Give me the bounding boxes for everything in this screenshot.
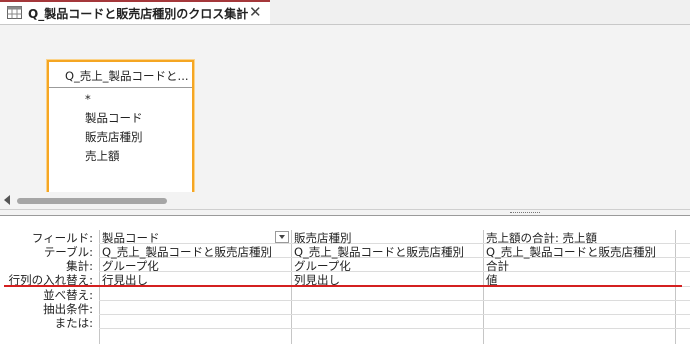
grid-column-divider [291,230,292,344]
field-list-item-product-code[interactable]: 製品コード [85,110,143,126]
query-icon [7,6,22,19]
document-tab-bar: Q_製品コードと販売店種別のクロス集計 ✕ [0,0,690,25]
grid-column-divider [675,230,676,344]
grid-row-line [99,300,690,301]
field-list-title-bar[interactable]: Q_売上_製品コードと... [49,62,192,88]
grid-row-line [99,328,690,329]
grid-column-divider [99,230,100,344]
grid-column-divider [483,230,484,344]
grid-row-line [99,314,690,315]
splitter-grip-icon[interactable] [510,212,540,215]
field-list-title: Q_売上_製品コードと... [65,69,189,83]
pane-splitter[interactable] [0,209,690,216]
table-design-area[interactable]: Q_売上_製品コードと... * 製品コード 販売店種別 売上額 [0,25,690,205]
close-icon[interactable]: ✕ [249,3,262,21]
row-label-or: または: [54,316,93,330]
field-list-item-store-type[interactable]: 販売店種別 [85,129,143,145]
field-list-box[interactable]: Q_売上_製品コードと... * 製品コード 販売店種別 売上額 [47,60,194,205]
field-list-item-sales-amount[interactable]: 売上額 [85,148,120,164]
tab-title: Q_製品コードと販売店種別のクロス集計 [28,7,249,21]
annotation-underline [4,285,682,287]
horizontal-scrollbar[interactable] [0,192,690,209]
column-3-table-cell[interactable]: Q_売上_製品コードと販売店種別 [486,244,656,260]
grid-row-line [99,271,690,272]
scroll-left-icon[interactable] [4,195,10,205]
field-list-item-all[interactable]: * [85,92,91,106]
query-design-grid: フィールド: テーブル: 集計: 行列の入れ替え: 並べ替え: 抽出条件: また… [0,216,690,344]
scrollbar-thumb[interactable] [17,198,167,204]
query-tab[interactable]: Q_製品コードと販売店種別のクロス集計 ✕ [0,0,270,24]
chevron-down-icon[interactable] [275,231,289,243]
